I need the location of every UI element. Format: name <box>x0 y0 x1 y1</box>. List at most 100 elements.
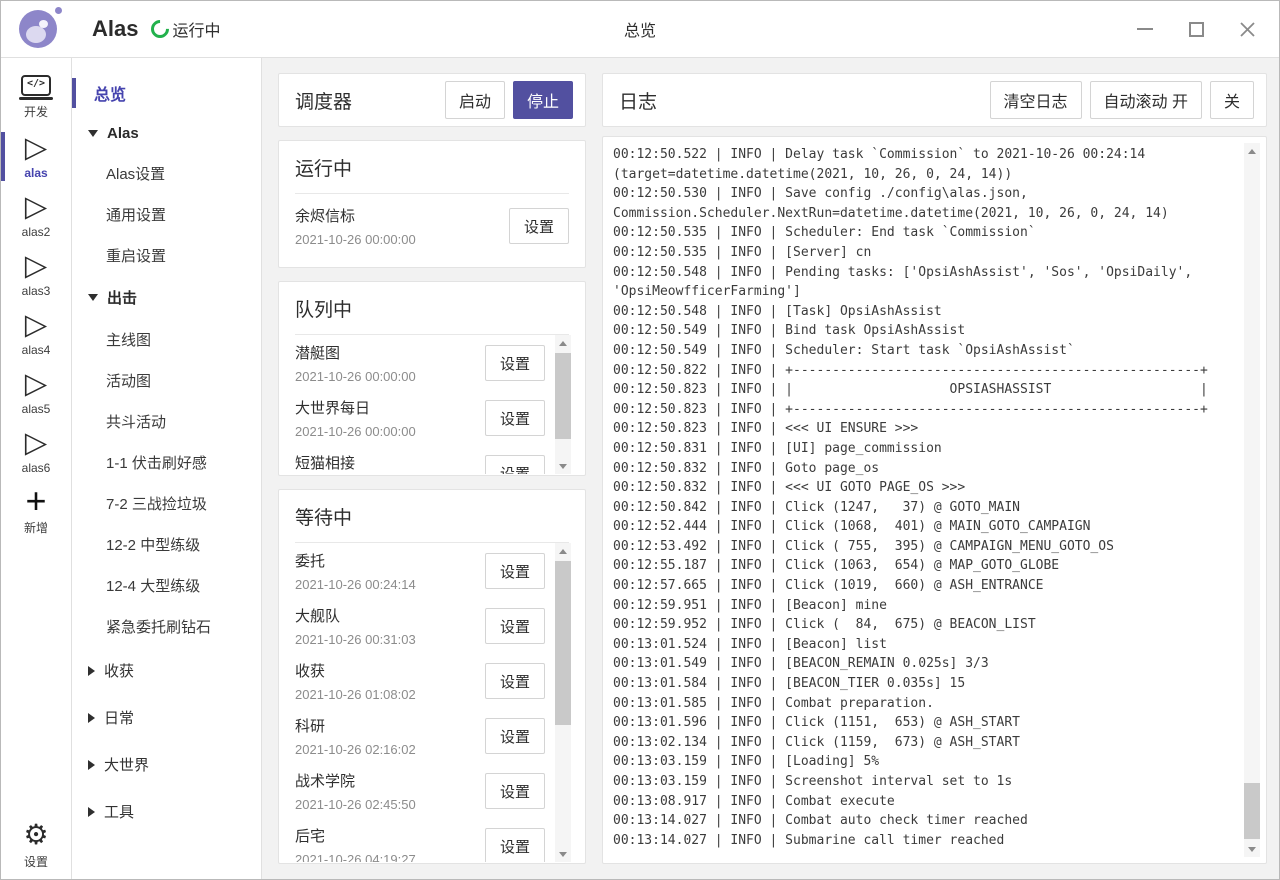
scrollbar-thumb[interactable] <box>555 561 571 725</box>
rail-item-alas[interactable]: alas <box>1 127 71 186</box>
menu-item-12-2 中型练级[interactable]: 12-2 中型练级 <box>72 524 261 565</box>
scroll-up-icon[interactable] <box>555 335 571 351</box>
menu-item-重启设置[interactable]: 重启设置 <box>72 235 261 276</box>
menu-section-Alas[interactable]: Alas <box>72 114 261 153</box>
rail-item-label: 开发 <box>24 103 48 120</box>
triangle-right-icon <box>88 666 95 676</box>
rail-item-alas2[interactable]: alas2 <box>1 186 71 245</box>
task-setting-button[interactable]: 设置 <box>509 208 569 244</box>
menu-item-通用设置[interactable]: 通用设置 <box>72 194 261 235</box>
pending-panel: 队列中 潜艇图 2021-10-26 00:00:00 设置 大世界每日 202… <box>278 281 586 476</box>
scrollbar-thumb[interactable] <box>1244 783 1260 839</box>
task-time: 2021-10-26 00:00:00 <box>295 424 485 439</box>
rail-item-label: alas <box>24 166 47 180</box>
menu-item-紧急委托刷钻石[interactable]: 紧急委托刷钻石 <box>72 606 261 647</box>
menu-section-出击[interactable]: 出击 <box>72 276 261 319</box>
logo-blob <box>26 26 46 43</box>
rail-item-alas3[interactable]: alas3 <box>1 245 71 304</box>
task-row: 余烬信标 2021-10-26 00:00:00 设置 <box>295 198 569 253</box>
task-row: 潜艇图 2021-10-26 00:00:00 设置 <box>295 335 545 390</box>
autoscroll-on-button[interactable]: 自动滚动 开 <box>1090 81 1202 119</box>
triangle-down-icon <box>559 464 567 469</box>
running-task-list: 余烬信标 2021-10-26 00:00:00 设置 <box>279 194 585 267</box>
task-setting-button[interactable]: 设置 <box>485 718 545 754</box>
app-title: Alas <box>92 16 138 42</box>
triangle-down-icon <box>559 852 567 857</box>
scroll-down-icon[interactable] <box>555 846 571 862</box>
task-name: 短猫相接 <box>295 452 485 473</box>
menu-section-大世界[interactable]: 大世界 <box>72 741 261 788</box>
task-name: 潜艇图 <box>295 342 485 363</box>
menu-item-主线图[interactable]: 主线图 <box>72 319 261 360</box>
task-row: 科研 2021-10-26 02:16:02 设置 <box>295 708 545 763</box>
rail-item-alas5[interactable]: alas5 <box>1 363 71 422</box>
running-title: 运行中 <box>295 141 569 194</box>
scrollbar-track[interactable] <box>1244 159 1260 841</box>
minimize-button[interactable] <box>1133 17 1157 41</box>
task-setting-button[interactable]: 设置 <box>485 553 545 589</box>
menu-item-overview[interactable]: 总览 <box>72 72 261 114</box>
task-info: 短猫相接 2021-10-26 00:00:00 <box>295 452 485 474</box>
task-row: 委托 2021-10-26 00:24:14 设置 <box>295 543 545 598</box>
menu-item-活动图[interactable]: 活动图 <box>72 360 261 401</box>
rail-item-label: alas2 <box>22 225 51 239</box>
rail-item-label: alas5 <box>22 402 51 416</box>
menu-section-label: 大世界 <box>104 754 149 775</box>
scroll-up-icon[interactable] <box>1244 143 1260 159</box>
task-setting-button[interactable]: 设置 <box>485 455 545 474</box>
triangle-up-icon <box>1248 149 1256 154</box>
clear-log-button[interactable]: 清空日志 <box>990 81 1082 119</box>
scheduler-column: 调度器 启动 停止 运行中 余烬信标 2021-10-26 00:00:00 设… <box>278 73 586 864</box>
menu-item-7-2 三战捡垃圾[interactable]: 7-2 三战捡垃圾 <box>72 483 261 524</box>
menu-section-工具[interactable]: 工具 <box>72 788 261 835</box>
log-line: 00:12:50.831 | INFO | [UI] page_commissi… <box>613 439 1244 459</box>
log-line: 00:12:50.822 | INFO | +-----------------… <box>613 361 1244 381</box>
scrollbar-track[interactable] <box>555 351 571 458</box>
triangle-down-icon <box>1248 847 1256 852</box>
scroll-down-icon[interactable] <box>555 458 571 474</box>
task-setting-button[interactable]: 设置 <box>485 608 545 644</box>
menu-section: 工具 <box>72 788 261 835</box>
log-scrollbar[interactable] <box>1244 143 1260 857</box>
task-setting-button[interactable]: 设置 <box>485 663 545 699</box>
menu-item-1-1 伏击刷好感[interactable]: 1-1 伏击刷好感 <box>72 442 261 483</box>
rail-item-label: alas3 <box>22 284 51 298</box>
menu-section-日常[interactable]: 日常 <box>72 694 261 741</box>
log-line: 00:12:50.549 | INFO | Scheduler: Start t… <box>613 341 1244 361</box>
scroll-down-icon[interactable] <box>1244 841 1260 857</box>
task-row: 短猫相接 2021-10-26 00:00:00 设置 <box>295 445 545 474</box>
start-button[interactable]: 启动 <box>445 81 505 119</box>
pending-scrollbar[interactable] <box>555 335 571 474</box>
task-info: 余烬信标 2021-10-26 00:00:00 <box>295 205 509 247</box>
rail-item-settings[interactable]: 设置 <box>1 813 71 877</box>
menu-section-label: Alas <box>107 125 139 142</box>
task-time: 2021-10-26 02:45:50 <box>295 797 485 812</box>
dev-monitor-icon <box>21 75 51 96</box>
titlebar: Alas 运行中 总览 <box>1 1 1279 58</box>
menu-item-共斗活动[interactable]: 共斗活动 <box>72 401 261 442</box>
maximize-button[interactable] <box>1184 17 1208 41</box>
task-info: 战术学院 2021-10-26 02:45:50 <box>295 770 485 812</box>
scroll-up-icon[interactable] <box>555 543 571 559</box>
rail-item-开发[interactable]: 开发 <box>1 68 71 127</box>
scrollbar-track[interactable] <box>555 559 571 846</box>
task-setting-button[interactable]: 设置 <box>485 345 545 381</box>
rail-item-alas6[interactable]: alas6 <box>1 422 71 481</box>
rail-item-alas4[interactable]: alas4 <box>1 304 71 363</box>
task-setting-button[interactable]: 设置 <box>485 828 545 862</box>
scrollbar-thumb[interactable] <box>555 353 571 439</box>
log-line: 00:12:50.522 | INFO | Delay task `Commis… <box>613 145 1244 165</box>
menu-section-收获[interactable]: 收获 <box>72 647 261 694</box>
menu-item-Alas设置[interactable]: Alas设置 <box>72 153 261 194</box>
task-setting-button[interactable]: 设置 <box>485 773 545 809</box>
maximize-icon <box>1189 22 1204 37</box>
waiting-scrollbar[interactable] <box>555 543 571 862</box>
pending-title: 队列中 <box>295 282 569 335</box>
task-setting-button[interactable]: 设置 <box>485 400 545 436</box>
autoscroll-off-button[interactable]: 关 <box>1210 81 1254 119</box>
close-button[interactable] <box>1235 17 1259 41</box>
close-icon <box>1239 21 1256 38</box>
stop-button[interactable]: 停止 <box>513 81 573 119</box>
rail-item-新增[interactable]: 新增 <box>1 481 71 540</box>
menu-item-12-4 大型练级[interactable]: 12-4 大型练级 <box>72 565 261 606</box>
